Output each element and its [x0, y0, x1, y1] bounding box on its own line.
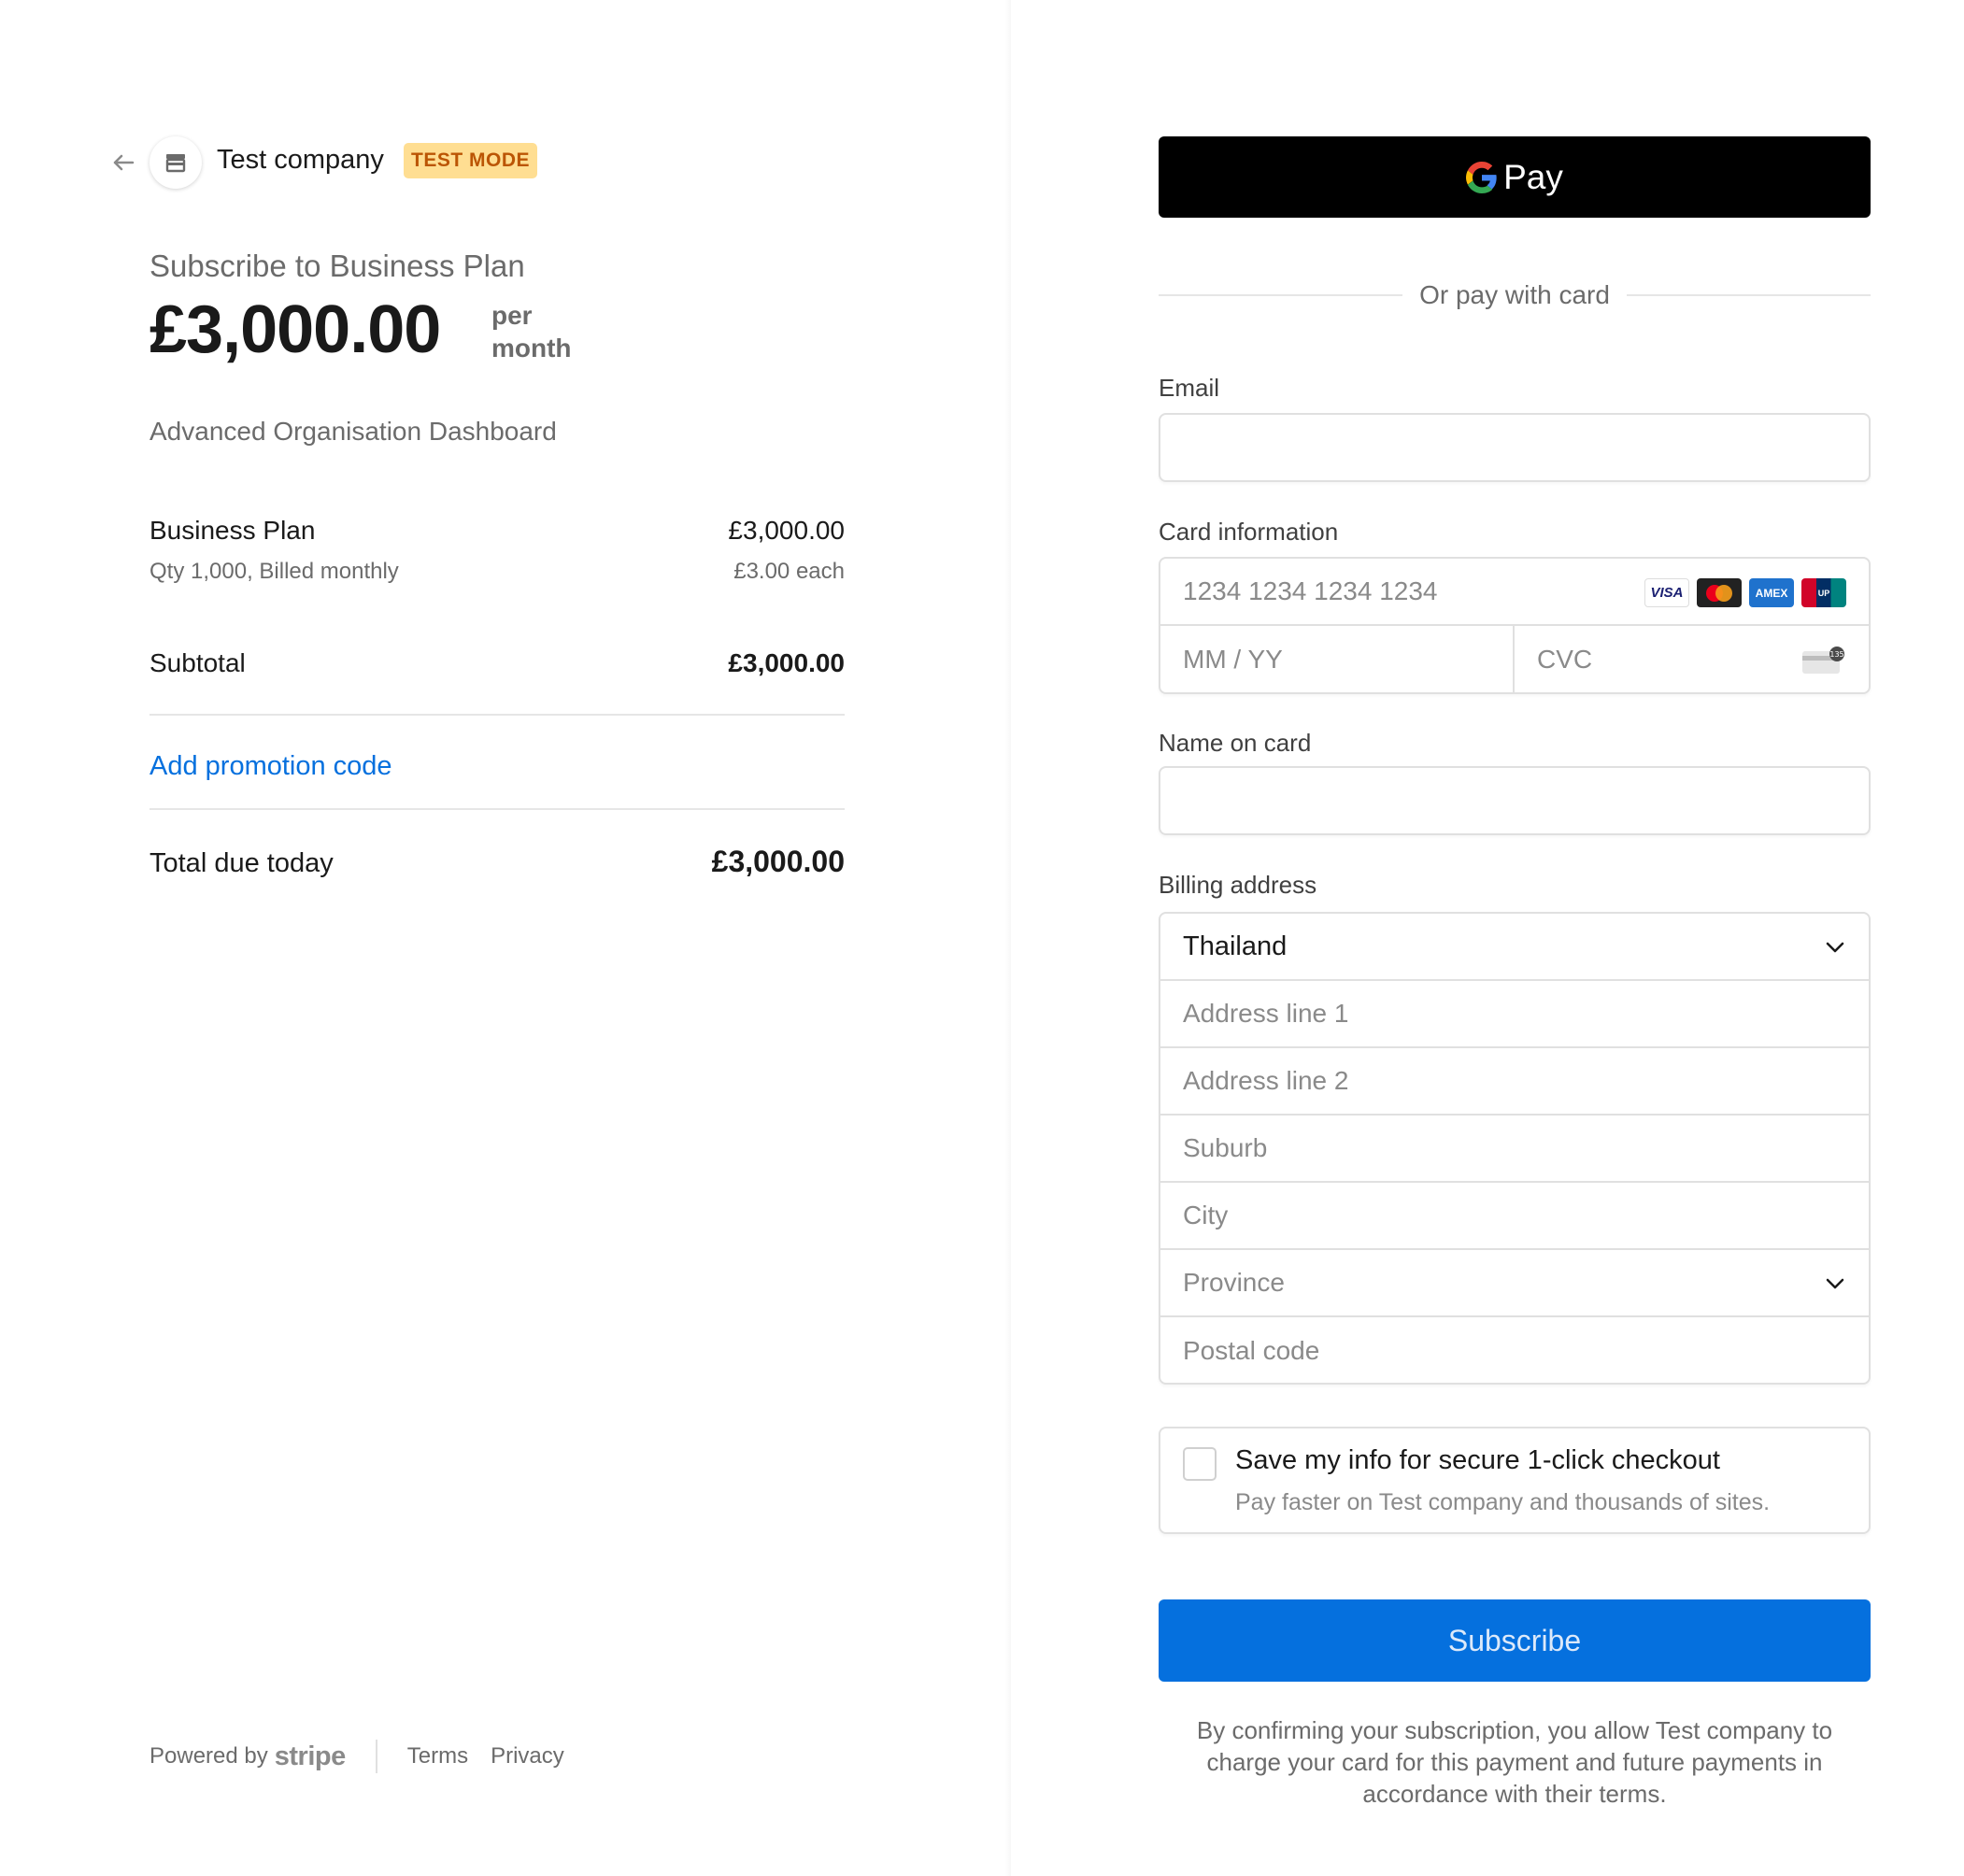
billing-address-label: Billing address	[1159, 871, 1317, 899]
city-placeholder: City	[1183, 1201, 1229, 1229]
card-number-field[interactable]: 1234 1234 1234 1234 VISA AMEX UP	[1160, 559, 1869, 626]
per-label: per	[491, 301, 533, 330]
google-g-icon	[1466, 161, 1497, 193]
legal-text: By confirming your subscription, you all…	[1196, 1716, 1833, 1808]
name-on-card-field[interactable]	[1159, 766, 1871, 835]
line-item-details: Qty 1,000, Billed monthly £3.00 each	[149, 559, 845, 585]
visa-icon: VISA	[1644, 578, 1689, 607]
province-placeholder: Province	[1183, 1268, 1285, 1297]
google-pay-label: Pay	[1503, 157, 1563, 196]
line-item-qty: Qty 1,000, Billed monthly	[149, 559, 399, 584]
divider	[149, 808, 845, 810]
card-information-label: Card information	[1159, 518, 1339, 546]
cvc-placeholder: CVC	[1537, 644, 1593, 674]
save-info-checkbox[interactable]	[1183, 1447, 1217, 1481]
price-amount: £3,000.00	[149, 292, 441, 367]
save-info-title: Save my info for secure 1-click checkout	[1235, 1445, 1720, 1475]
address-line-1-placeholder: Address line 1	[1183, 999, 1349, 1028]
order-summary-panel: Test company TEST MODE Subscribe to Busi…	[0, 0, 1009, 1876]
address-line-2-field[interactable]: Address line 2	[1160, 1048, 1869, 1116]
google-pay-button[interactable]: Pay	[1159, 136, 1871, 218]
period-label: month	[491, 334, 572, 362]
line-item: Business Plan £3,000.00	[149, 516, 845, 546]
suburb-field[interactable]: Suburb	[1160, 1116, 1869, 1183]
footer: Powered by stripe Terms Privacy	[149, 1740, 587, 1773]
powered-by-label: Powered by	[149, 1743, 268, 1769]
amex-icon: AMEX	[1749, 578, 1794, 607]
card-brands: VISA AMEX UP	[1644, 578, 1846, 607]
save-info-box: Save my info for secure 1-click checkout…	[1159, 1427, 1871, 1534]
store-icon	[165, 154, 186, 173]
line-item-name: Business Plan	[149, 516, 316, 545]
line-item-unit-price: £3.00 each	[733, 559, 845, 584]
name-on-card-label: Name on card	[1159, 729, 1312, 757]
add-promotion-code-link[interactable]: Add promotion code	[149, 751, 392, 782]
stripe-logo[interactable]: stripe	[275, 1741, 346, 1772]
total-amount: £3,000.00	[711, 845, 845, 878]
subtotal-label: Subtotal	[149, 648, 246, 677]
or-pay-with-card-text: Or pay with card	[1419, 280, 1610, 309]
divider	[149, 714, 845, 716]
divider-line	[1626, 294, 1871, 296]
product-description: Advanced Organisation Dashboard	[149, 417, 557, 446]
subscribe-title: Subscribe to Business Plan	[149, 249, 525, 283]
divider-line	[1159, 294, 1403, 296]
card-cvc-field[interactable]: CVC 135	[1515, 626, 1869, 692]
unionpay-icon: UP	[1801, 578, 1846, 607]
subtotal-amount: £3,000.00	[728, 648, 845, 677]
cvc-card-icon: 135	[1802, 647, 1844, 674]
card-expiry-field[interactable]: MM / YY	[1160, 626, 1515, 692]
expiry-placeholder: MM / YY	[1183, 644, 1283, 674]
card-information-group: 1234 1234 1234 1234 VISA AMEX UP MM / YY…	[1159, 557, 1871, 694]
privacy-link[interactable]: Privacy	[491, 1743, 564, 1769]
billing-address-group: Thailand Address line 1 Address line 2 S…	[1159, 912, 1871, 1385]
total-label: Total due today	[149, 848, 334, 878]
terms-link[interactable]: Terms	[407, 1743, 468, 1769]
card-number-placeholder: 1234 1234 1234 1234	[1183, 576, 1438, 605]
line-item-price: £3,000.00	[728, 516, 845, 545]
address-line-1-field[interactable]: Address line 1	[1160, 981, 1869, 1048]
test-mode-badge: TEST MODE	[404, 143, 538, 178]
chevron-down-icon	[1826, 942, 1844, 953]
country-value: Thailand	[1183, 931, 1288, 961]
company-avatar	[149, 136, 202, 189]
svg-text:135: 135	[1829, 650, 1843, 659]
save-info-subtitle: Pay faster on Test company and thousands…	[1235, 1489, 1771, 1515]
footer-divider	[375, 1740, 377, 1773]
province-select[interactable]: Province	[1160, 1250, 1869, 1317]
address-line-2-placeholder: Address line 2	[1183, 1066, 1349, 1095]
billing-period: per month	[491, 299, 572, 364]
postal-code-placeholder: Postal code	[1183, 1336, 1320, 1365]
back-arrow-icon[interactable]	[108, 148, 138, 178]
city-field[interactable]: City	[1160, 1183, 1869, 1250]
chevron-down-icon	[1826, 1278, 1844, 1289]
postal-code-field[interactable]: Postal code	[1160, 1317, 1869, 1385]
total-row: Total due today £3,000.00	[149, 845, 845, 879]
or-divider: Or pay with card	[1159, 277, 1871, 314]
suburb-placeholder: Suburb	[1183, 1133, 1268, 1162]
subtotal-row: Subtotal £3,000.00	[149, 648, 845, 678]
mastercard-icon	[1697, 578, 1742, 607]
subscribe-button[interactable]: Subscribe	[1159, 1599, 1871, 1682]
email-field[interactable]	[1159, 413, 1871, 482]
country-select[interactable]: Thailand	[1160, 914, 1869, 981]
company-name: Test company	[217, 145, 384, 175]
email-label: Email	[1159, 374, 1220, 402]
